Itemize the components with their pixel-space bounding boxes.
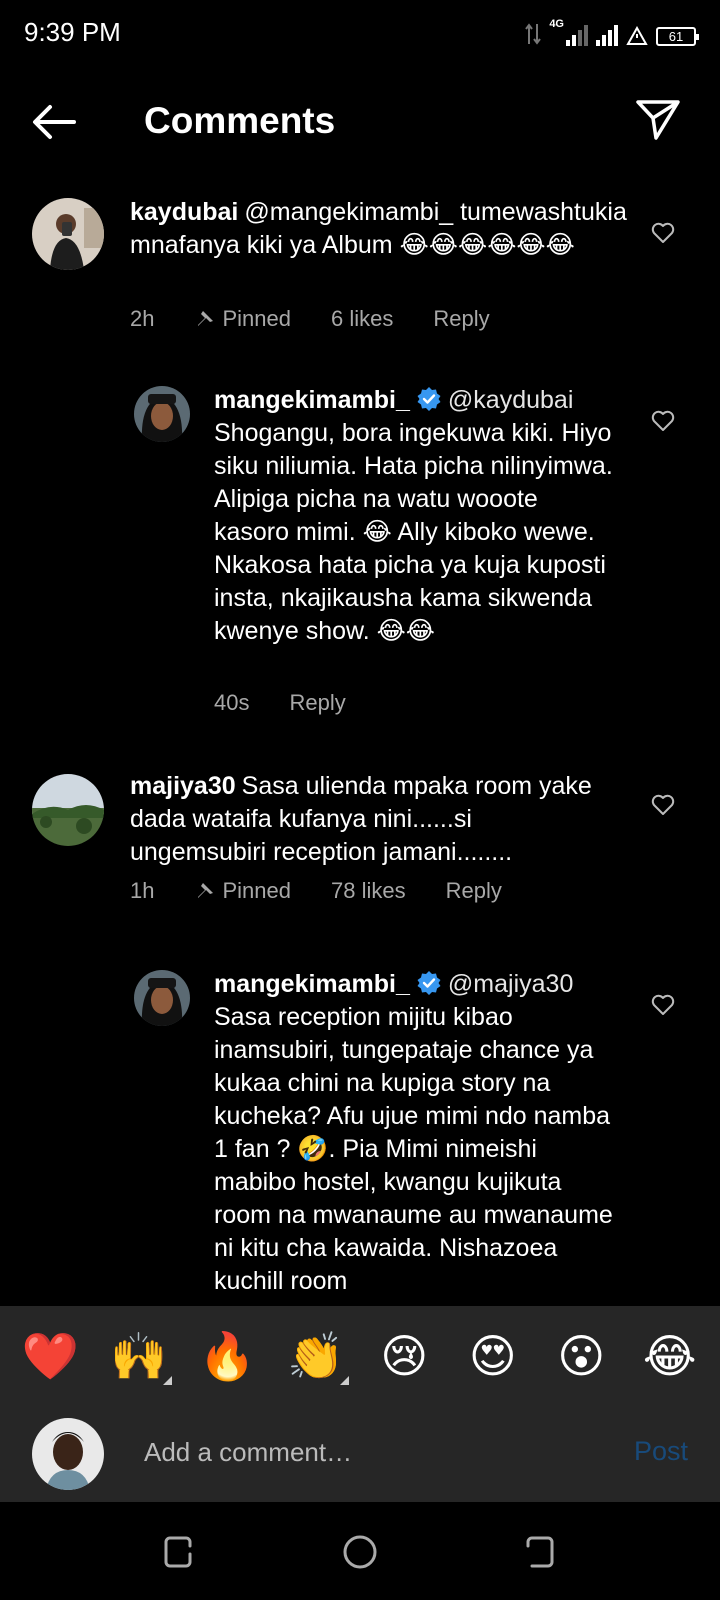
comment-meta: 40s Reply bbox=[214, 690, 346, 716]
system-nav-bar bbox=[0, 1502, 720, 1600]
likes-count[interactable]: 6 likes bbox=[331, 306, 393, 332]
pinned-label: Pinned bbox=[194, 306, 291, 332]
send-icon[interactable] bbox=[634, 96, 682, 144]
emoji-crying[interactable]: 😢 bbox=[369, 1333, 439, 1379]
heart-icon[interactable] bbox=[650, 992, 676, 1018]
home-icon[interactable] bbox=[342, 1534, 378, 1570]
avatar[interactable] bbox=[134, 386, 190, 442]
pinned-label: Pinned bbox=[194, 878, 291, 904]
comment-username[interactable]: kaydubai bbox=[130, 198, 238, 226]
emoji-clap[interactable]: 👏 bbox=[281, 1333, 351, 1385]
reply-button[interactable]: Reply bbox=[289, 690, 345, 716]
comment-mention[interactable]: @kaydubai bbox=[448, 386, 573, 414]
comment-time: 1h bbox=[130, 878, 155, 903]
heart-icon[interactable] bbox=[650, 408, 676, 434]
comment-time: 2h bbox=[130, 306, 155, 331]
comment-text: Sasa reception mijitu kibao inamsubiri, … bbox=[214, 1003, 613, 1295]
signal-icon bbox=[566, 25, 588, 46]
status-time: 9:39 PM bbox=[24, 17, 121, 47]
status-bar: 9:39 PM 4G 61 bbox=[0, 0, 720, 66]
emoji-surprised[interactable]: 😮 bbox=[546, 1333, 616, 1379]
comment-meta: 1h Pinned 78 likes Reply bbox=[130, 878, 502, 904]
comment-composer: Post bbox=[0, 1406, 720, 1502]
comment-body: majiya30 Sasa ulienda mpaka room yake dad… bbox=[130, 770, 600, 869]
warning-icon bbox=[626, 26, 648, 45]
comment-meta: 2h Pinned 6 likes Reply bbox=[130, 306, 490, 332]
comment-body: mangekimambi_ @majiya30 Sasa reception mi… bbox=[214, 968, 624, 1298]
signal-icon-2 bbox=[596, 25, 618, 46]
heart-icon[interactable] bbox=[650, 220, 676, 246]
header: Comments bbox=[0, 66, 720, 178]
post-button[interactable]: Post bbox=[634, 1436, 688, 1467]
comment-time: 40s bbox=[214, 690, 250, 715]
recents-icon[interactable] bbox=[160, 1534, 196, 1570]
comment-body: kaydubai @mangekimambi_ tumewashtukia mna… bbox=[130, 196, 630, 262]
emoji-heart[interactable]: ❤️ bbox=[15, 1333, 85, 1379]
user-avatar bbox=[32, 1418, 104, 1490]
comment-input[interactable] bbox=[144, 1432, 584, 1472]
status-icons: 4G 61 bbox=[525, 18, 699, 46]
pin-icon bbox=[198, 311, 214, 326]
network-label: 4G bbox=[549, 18, 564, 30]
avatar[interactable] bbox=[134, 970, 190, 1026]
likes-count[interactable]: 78 likes bbox=[331, 878, 406, 904]
comment-username[interactable]: mangekimambi_ bbox=[214, 386, 410, 414]
heart-icon[interactable] bbox=[650, 792, 676, 818]
emoji-heart-eyes[interactable]: 😍 bbox=[458, 1333, 528, 1379]
emoji-raising-hands[interactable]: 🙌 bbox=[104, 1333, 174, 1385]
comment-username[interactable]: mangekimambi_ bbox=[214, 970, 410, 998]
comment-username[interactable]: majiya30 bbox=[130, 772, 236, 800]
avatar[interactable] bbox=[32, 774, 104, 846]
page-title: Comments bbox=[144, 100, 336, 141]
comment-body: mangekimambi_ @kaydubai Shogangu, bora in… bbox=[214, 384, 619, 648]
comment-text: Shogangu, bora ingekuwa kiki. Hiyo siku … bbox=[214, 419, 613, 645]
reply-button[interactable]: Reply bbox=[433, 306, 489, 332]
back-nav-icon[interactable] bbox=[522, 1534, 558, 1570]
emoji-fire[interactable]: 🔥 bbox=[192, 1333, 262, 1379]
verified-badge-icon bbox=[417, 971, 441, 995]
emoji-laughing[interactable]: 😂 bbox=[635, 1333, 705, 1379]
avatar[interactable] bbox=[32, 198, 104, 270]
emoji-reaction-bar: ❤️ 🙌 🔥 👏 😢 😍 😮 😂 bbox=[0, 1306, 720, 1406]
comments-list[interactable]: kaydubai @mangekimambi_ tumewashtukia mna… bbox=[0, 178, 720, 1306]
back-arrow-icon[interactable] bbox=[30, 102, 78, 142]
battery-icon: 61 bbox=[656, 27, 699, 46]
reply-button[interactable]: Reply bbox=[446, 878, 502, 904]
pin-icon bbox=[198, 883, 214, 898]
verified-badge-icon bbox=[417, 387, 441, 411]
data-arrows-icon bbox=[525, 23, 542, 45]
comment-mention[interactable]: @majiya30 bbox=[448, 970, 573, 998]
